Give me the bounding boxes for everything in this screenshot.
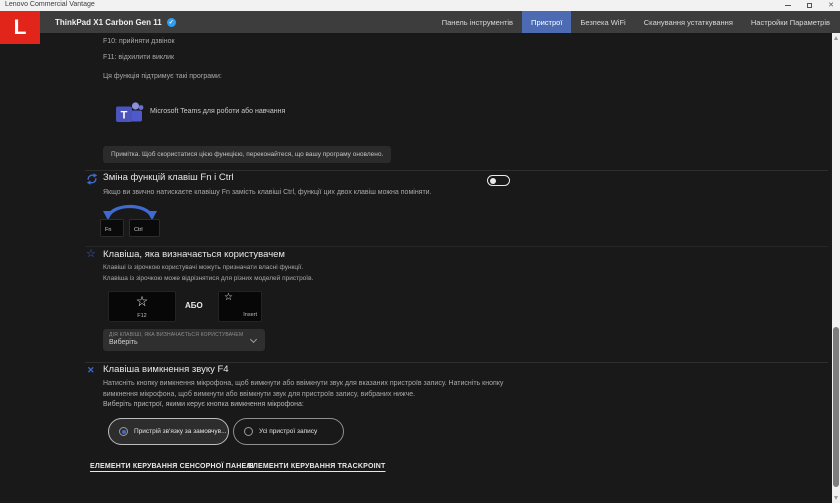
nav-item-dashboard[interactable]: Панель інструментів bbox=[433, 11, 522, 33]
or-label: АБО bbox=[185, 301, 203, 310]
toggle-knob bbox=[490, 178, 496, 184]
fn-ctrl-toggle[interactable] bbox=[487, 175, 510, 186]
mute-key-section-title: Клавіша вимкнення звуку F4 bbox=[103, 364, 229, 375]
radio-selected-icon bbox=[119, 427, 128, 436]
close-icon[interactable]: ✕ bbox=[828, 0, 834, 11]
radio-option-label: Усі пристрої запису bbox=[259, 428, 317, 435]
user-key-action-dropdown[interactable]: ДІЯ КЛАВІШІ, ЯКА ВИЗНАЧАЄТЬСЯ КОРИСТУВАЧ… bbox=[103, 329, 265, 351]
nav-item-hardware-scan[interactable]: Сканування устаткування bbox=[635, 11, 742, 33]
section-divider bbox=[85, 362, 828, 363]
ctrl-keycap: Ctrl bbox=[129, 219, 160, 237]
radio-option-label: Пристрій зв'язку за замовчув... bbox=[134, 428, 227, 435]
mute-device-prompt: Виберіть пристрої, якими керує кнопка ви… bbox=[103, 401, 304, 408]
star-key-insert: ☆ Insert bbox=[218, 291, 262, 322]
mute-x-icon: ✕ bbox=[87, 366, 95, 375]
window-title: Lenovo Commercial Vantage bbox=[5, 1, 95, 8]
supported-apps-text: Ця функція підтримує такі програми: bbox=[103, 73, 222, 80]
microsoft-teams-icon: T bbox=[113, 98, 145, 130]
top-nav: Панель інструментів Пристрої Безпека WiF… bbox=[433, 11, 839, 33]
radio-default-communication-device[interactable]: Пристрій зв'язку за замовчув... bbox=[108, 418, 229, 445]
user-key-section-title: Клавіша, яка визначається користувачем bbox=[103, 249, 285, 260]
note-box: Примітка. Щоб скористатися цією функцією… bbox=[103, 146, 391, 163]
teams-app-label: Microsoft Teams для роботи або навчання bbox=[150, 108, 285, 115]
fn-ctrl-description: Якщо ви звично натискаєте клавішу Fn зам… bbox=[103, 189, 432, 196]
svg-text:T: T bbox=[121, 110, 128, 122]
radio-all-recording-devices[interactable]: Усі пристрої запису bbox=[233, 418, 344, 445]
section-divider bbox=[85, 170, 828, 171]
star-key-icon: ☆ bbox=[224, 292, 233, 303]
minimize-icon[interactable] bbox=[785, 5, 791, 6]
device-name: ThinkPad X1 Carbon Gen 11 bbox=[55, 18, 162, 27]
verified-badge-icon: ✓ bbox=[167, 18, 176, 27]
nav-item-devices[interactable]: Пристрої bbox=[522, 11, 571, 33]
swap-sync-icon bbox=[86, 173, 98, 185]
window-controls: ✕ bbox=[785, 0, 834, 11]
fn-ctrl-section-title: Зміна функцій клавіш Fn і Ctrl bbox=[103, 172, 234, 183]
dropdown-selected-value: Виберіть bbox=[109, 339, 259, 346]
star-key-icon: ☆ bbox=[109, 293, 175, 310]
star-icon: ☆ bbox=[86, 249, 96, 260]
section-divider bbox=[85, 246, 828, 247]
vertical-scrollbar[interactable] bbox=[832, 33, 840, 503]
f10-hint-text: F10: прийняти дзвінок bbox=[103, 38, 175, 45]
fn-keycap: Fn bbox=[100, 219, 124, 237]
f11-hint-text: F11: відхилити виклик bbox=[103, 54, 174, 61]
window-titlebar: Lenovo Commercial Vantage ✕ bbox=[0, 0, 840, 11]
mute-key-description: Натисніть кнопку вимкнення мікрофона, що… bbox=[103, 378, 527, 400]
radio-unselected-icon bbox=[244, 427, 253, 436]
device-name-row: ThinkPad X1 Carbon Gen 11 ✓ bbox=[55, 11, 176, 33]
user-key-description-1: Клавіші із зірочкою користувачі можуть п… bbox=[103, 264, 303, 271]
restore-icon[interactable] bbox=[807, 3, 812, 8]
star-key-insert-label: Insert bbox=[243, 312, 257, 318]
dropdown-label: ДІЯ КЛАВІШІ, ЯКА ВИЗНАЧАЄТЬСЯ КОРИСТУВАЧ… bbox=[109, 332, 259, 338]
user-key-description-2: Клавіша із зірочкою може відрізнятися дл… bbox=[103, 275, 313, 282]
trackpoint-controls-link[interactable]: ЕЛЕМЕНТИ КЕРУВАННЯ TRACKPOINT bbox=[248, 463, 385, 470]
lenovo-logo: L bbox=[0, 11, 40, 44]
star-key-f12: ☆ F12 bbox=[108, 291, 176, 322]
star-key-f12-label: F12 bbox=[109, 313, 175, 319]
touchpad-controls-link[interactable]: ЕЛЕМЕНТИ КЕРУВАННЯ СЕНСОРНОЇ ПАНЕЛІ bbox=[90, 463, 254, 470]
scrollbar-thumb[interactable] bbox=[833, 327, 839, 487]
scroll-down-icon[interactable] bbox=[834, 496, 838, 500]
scroll-up-icon[interactable] bbox=[834, 36, 838, 40]
nav-item-settings[interactable]: Настройки Параметрів bbox=[742, 11, 839, 33]
swap-arrow-icon bbox=[101, 201, 159, 220]
nav-item-wifi-security[interactable]: Безпека WiFi bbox=[571, 11, 634, 33]
